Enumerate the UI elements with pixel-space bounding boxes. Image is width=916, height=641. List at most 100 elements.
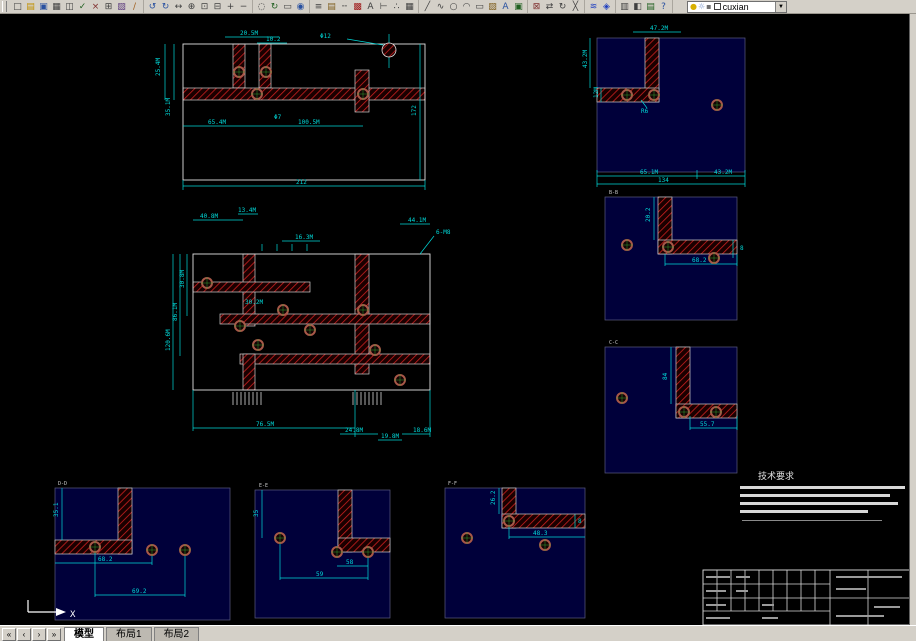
print-button[interactable]: ▦ <box>50 0 63 13</box>
save-button[interactable]: ▣ <box>37 0 50 13</box>
toolbar-grip[interactable] <box>2 1 7 12</box>
line-icon: ╱ <box>424 1 431 12</box>
trim-button[interactable]: ╳ <box>569 0 582 13</box>
tool-palettes-button[interactable]: ▤ <box>644 0 657 13</box>
dim-style-button[interactable]: ⊢ <box>377 0 390 13</box>
osnap-icon: ◈ <box>603 1 610 12</box>
hatch-button[interactable]: ▨ <box>486 0 499 13</box>
zoom-realtime-icon: ⊕ <box>187 1 196 12</box>
toolbars-button[interactable]: ▦ <box>403 0 416 13</box>
properties-button[interactable]: ▥ <box>618 0 631 13</box>
dim-label: 76.5M <box>256 421 274 428</box>
dimension-line <box>419 235 435 255</box>
paste-icon: ▨ <box>117 1 126 12</box>
pan-button[interactable]: ↔ <box>172 0 185 13</box>
toolbar-group: ≡ ▤ ╌ ▩ A ⊢ ∴ ▦ <box>310 0 419 13</box>
tab-layout1[interactable]: 布局1 <box>106 627 152 641</box>
move-button[interactable]: ⇄ <box>543 0 556 13</box>
dim-label: F-F <box>448 481 457 487</box>
zoom-realtime-button[interactable]: ⊕ <box>185 0 198 13</box>
spelling-button[interactable]: ✓ <box>76 0 89 13</box>
rotate-button[interactable]: ↻ <box>556 0 569 13</box>
open-button[interactable]: ▤ <box>24 0 37 13</box>
line-button[interactable]: ╱ <box>421 0 434 13</box>
redraw-button[interactable]: ◌ <box>255 0 268 13</box>
new-button[interactable]: □ <box>11 0 24 13</box>
spelling-icon: ✓ <box>78 1 87 12</box>
redo-button[interactable]: ↻ <box>159 0 172 13</box>
text-bar <box>740 502 898 505</box>
tab-layout2[interactable]: 布局2 <box>153 627 200 641</box>
text-style-button[interactable]: A <box>364 0 377 13</box>
dim-label: 25.4M <box>155 58 162 76</box>
dim-label: 35 <box>253 509 260 517</box>
match-properties-icon: ∕ <box>132 1 137 12</box>
text-bar <box>706 590 726 592</box>
insert-block-button[interactable]: ▣ <box>512 0 525 13</box>
copy-icon: ⊞ <box>104 1 113 12</box>
dim-label: 120.6M <box>165 329 172 351</box>
dim-label: 20.2 <box>645 207 652 222</box>
regen-icon: ↻ <box>270 1 279 12</box>
mtext-button[interactable]: A <box>499 0 512 13</box>
dim-label: 68.2 <box>98 556 113 563</box>
match-properties-button[interactable]: ∕ <box>128 0 141 13</box>
dim-label: 6-M8 <box>436 229 451 236</box>
dim-label: 20.5M <box>240 30 258 37</box>
text-bar <box>836 615 884 617</box>
erase-button[interactable]: ⊠ <box>530 0 543 13</box>
dim-label: 212 <box>296 179 307 186</box>
cut-button[interactable]: × <box>89 0 102 13</box>
spline-button[interactable]: ≋ <box>587 0 600 13</box>
tab-model[interactable]: 模型 <box>64 627 104 641</box>
osnap-button[interactable]: ◈ <box>600 0 613 13</box>
dim-label: 55.7 <box>700 421 715 428</box>
toolbars-icon: ▦ <box>405 1 414 12</box>
dim-label: 13.4M <box>238 207 256 214</box>
layers-button[interactable]: ≡ <box>312 0 325 13</box>
zoom-in-button[interactable]: + <box>224 0 237 13</box>
linetype-button[interactable]: ╌ <box>338 0 351 13</box>
redo-icon: ↻ <box>161 1 170 12</box>
regen-button[interactable]: ↻ <box>268 0 281 13</box>
3d-orbit-button[interactable]: ◉ <box>294 0 307 13</box>
named-views-button[interactable]: ▭ <box>281 0 294 13</box>
layer-properties-button[interactable]: ▤ <box>325 0 338 13</box>
dim-label: 43.2M <box>714 169 732 176</box>
dim-label: C-C <box>609 340 618 346</box>
dim-label: 8 <box>740 245 744 252</box>
toolbar-group: ≋ ◈ <box>585 0 616 13</box>
hatch-band <box>239 353 431 365</box>
dropdown-arrow-icon[interactable]: ▼ <box>775 1 786 12</box>
tab-scroll-3[interactable]: » <box>47 628 61 641</box>
dim-label: 16.3M <box>295 234 313 241</box>
print-preview-button[interactable]: ◫ <box>63 0 76 13</box>
dim-label: 26.2 <box>490 490 497 505</box>
polyline-button[interactable]: ∿ <box>434 0 447 13</box>
zoom-previous-button[interactable]: ⊟ <box>211 0 224 13</box>
help-button[interactable]: ? <box>657 0 670 13</box>
design-center-button[interactable]: ◧ <box>631 0 644 13</box>
circle-button[interactable]: ○ <box>447 0 460 13</box>
drawing-canvas[interactable]: 20.5M 10.2 Φ12 25.4M 35.1M 65.4M 100.5M Φ7 172 21… <box>0 14 916 625</box>
point-style-button[interactable]: ∴ <box>390 0 403 13</box>
move-icon: ⇄ <box>545 1 554 12</box>
rectangle-button[interactable]: ▭ <box>473 0 486 13</box>
tab-scroll-0[interactable]: « <box>2 628 16 641</box>
paste-button[interactable]: ▨ <box>115 0 128 13</box>
dim-label: 19.8M <box>381 433 399 440</box>
layer-state-icons: ● ☼ ▪ <box>690 2 712 12</box>
undo-button[interactable]: ↺ <box>146 0 159 13</box>
color-button[interactable]: ▩ <box>351 0 364 13</box>
tab-scroll-2[interactable]: › <box>32 628 46 641</box>
toolbar-group: ⊠ ⇄ ↻ ╳ <box>528 0 585 13</box>
copy-button[interactable]: ⊞ <box>102 0 115 13</box>
layout-tabs: «‹ ›» 模型 布局1 布局2 <box>2 626 200 641</box>
zoom-window-button[interactable]: ⊡ <box>198 0 211 13</box>
zoom-out-button[interactable]: − <box>237 0 250 13</box>
hatch-band <box>242 353 256 391</box>
tab-scroll-1[interactable]: ‹ <box>17 628 31 641</box>
arc-button[interactable]: ◠ <box>460 0 473 13</box>
layer-dropdown[interactable]: ● ☼ ▪ cuxian ▼ <box>687 0 787 13</box>
dim-label: 86.1M <box>172 303 179 321</box>
